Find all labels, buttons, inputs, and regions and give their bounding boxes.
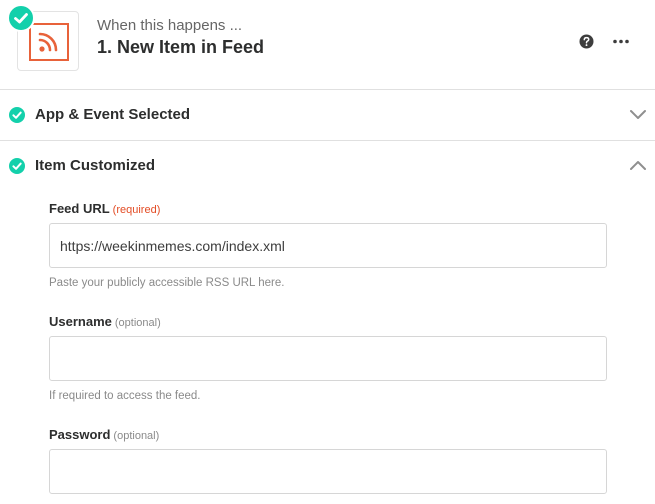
- username-label: Username (optional): [49, 314, 161, 329]
- check-circle-icon: [9, 107, 25, 123]
- section-app-event-title: App & Event Selected: [35, 106, 191, 123]
- section-app-event[interactable]: App & Event Selected: [0, 90, 655, 141]
- rss-feed-icon: [29, 23, 69, 61]
- optional-tag: (optional): [113, 430, 160, 442]
- username-label-text: Username: [49, 314, 112, 329]
- section-item-customized-title: Item Customized: [35, 157, 156, 174]
- step-title: 1. New Item in Feed: [97, 37, 265, 57]
- check-circle-icon: [9, 158, 25, 174]
- required-tag: (required): [112, 204, 161, 216]
- feed-url-label: Feed URL (required): [49, 201, 160, 216]
- feed-url-label-text: Feed URL: [49, 201, 110, 216]
- password-label-text: Password: [49, 427, 111, 442]
- check-circle-icon: [7, 4, 35, 32]
- optional-tag: (optional): [114, 317, 161, 329]
- username-help: If required to access the feed.: [49, 390, 201, 402]
- question-circle-icon[interactable]: [579, 34, 594, 49]
- chevron-down-icon[interactable]: [628, 107, 648, 121]
- chevron-up-icon[interactable]: [628, 158, 648, 172]
- password-input[interactable]: [49, 449, 607, 494]
- username-input[interactable]: [49, 336, 607, 381]
- step-header: When this happens ... 1. New Item in Fee…: [0, 0, 655, 90]
- password-label: Password (optional): [49, 427, 159, 442]
- feed-url-input[interactable]: [49, 223, 607, 268]
- more-horizontal-icon[interactable]: [612, 34, 630, 49]
- section-item-customized[interactable]: Item Customized: [0, 141, 655, 191]
- step-subtitle: When this happens ...: [97, 17, 243, 34]
- feed-url-help: Paste your publicly accessible RSS URL h…: [49, 277, 285, 289]
